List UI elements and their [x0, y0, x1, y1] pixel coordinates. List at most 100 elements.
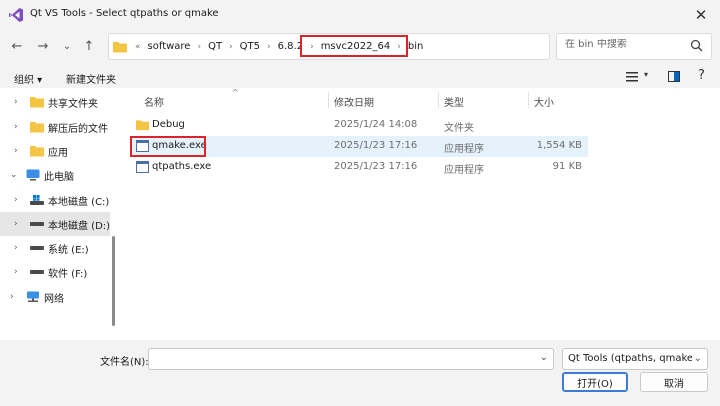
chevron-right-icon: ›: [310, 41, 314, 52]
file-name: Debug: [152, 119, 185, 130]
chevron-right-icon[interactable]: ›: [10, 292, 14, 302]
chevron-right-icon[interactable]: ›: [14, 195, 18, 205]
sidebar-item-shared-folder[interactable]: › 共享文件夹: [0, 90, 110, 114]
title-bar: Qt VS Tools - Select qtpaths or qmake ✕: [0, 0, 720, 30]
file-type: 文件夹: [444, 123, 474, 134]
column-divider[interactable]: [438, 92, 439, 108]
file-type-filter[interactable]: Qt Tools (qtpaths, qmake) (qtpaths.exe;q…: [562, 348, 708, 370]
column-divider[interactable]: [528, 92, 529, 108]
view-dropdown-icon[interactable]: ▾: [644, 70, 648, 79]
file-row-debug[interactable]: Debug 2025/1/24 14:08 文件夹: [132, 115, 588, 136]
forward-button[interactable]: →: [34, 37, 52, 55]
sidebar-item-label: 本地磁盘 (D:): [48, 220, 111, 232]
view-options-icon[interactable]: [626, 72, 638, 82]
file-type-filter-value: Qt Tools (qtpaths, qmake) (qtpaths.exe;q…: [568, 353, 692, 364]
column-header-date[interactable]: 修改日期: [334, 94, 374, 109]
back-arrow-icon: ←: [11, 38, 23, 54]
sidebar-item-label: 应用: [48, 147, 68, 159]
sidebar-item-label: 本地磁盘 (C:): [48, 196, 110, 208]
folder-icon: [136, 120, 149, 131]
chevron-down-icon[interactable]: ⌄: [10, 170, 18, 180]
chevron-right-icon[interactable]: ›: [14, 243, 18, 253]
file-date: 2025/1/23 17:16: [334, 140, 418, 151]
navigation-pane: › 共享文件夹 › 解压后的文件 › 应用 ⌄ 此电脑 › 本地磁盘 (C:) …: [0, 88, 118, 340]
sidebar-scrollbar[interactable]: [112, 236, 115, 326]
column-header-size[interactable]: 大小: [534, 94, 554, 109]
up-button[interactable]: ↑: [80, 37, 98, 55]
chevron-right-icon[interactable]: ›: [14, 97, 18, 107]
file-type: 应用程序: [444, 165, 484, 176]
chevron-right-icon[interactable]: ›: [14, 122, 18, 132]
dialog-footer: 文件名(N): ⌄ Qt Tools (qtpaths, qmake) (qtp…: [0, 340, 720, 406]
sidebar-item-drive-c[interactable]: › 本地磁盘 (C:): [0, 188, 110, 212]
sidebar-item-network[interactable]: › 网络: [0, 285, 110, 309]
breadcrumb: « software › QT › QT5 › 6.8.2 › msvc2022…: [113, 34, 426, 59]
sidebar-item-label: 网络: [44, 293, 64, 305]
close-icon: ✕: [694, 6, 708, 24]
file-date: 2025/1/24 14:08: [334, 119, 418, 130]
file-date: 2025/1/23 17:16: [334, 161, 418, 172]
column-header-type[interactable]: 类型: [444, 94, 464, 109]
drive-icon: [30, 246, 44, 250]
sort-ascending-icon: ^: [232, 88, 239, 97]
sidebar-item-label: 系统 (E:): [48, 244, 89, 256]
network-icon: [27, 291, 39, 302]
sidebar-item-apps[interactable]: › 应用: [0, 139, 110, 163]
sidebar-item-drive-f[interactable]: › 软件 (F:): [0, 260, 110, 284]
windows-drive-icon: [30, 195, 44, 205]
chevron-right-icon[interactable]: ›: [14, 267, 18, 277]
open-button[interactable]: 打开(O): [562, 372, 628, 392]
folder-icon: [113, 41, 127, 52]
breadcrumb-overflow-icon[interactable]: «: [131, 42, 145, 52]
sidebar-item-this-pc[interactable]: ⌄ 此电脑: [0, 163, 110, 187]
drive-icon: [30, 270, 44, 274]
cancel-button[interactable]: 取消: [640, 372, 708, 392]
computer-icon: [26, 169, 40, 181]
chevron-down-icon: ⌄: [693, 353, 702, 364]
chevron-right-icon: ›: [229, 41, 233, 52]
new-folder-button[interactable]: 新建文件夹: [66, 71, 116, 86]
chevron-right-icon[interactable]: ›: [14, 146, 18, 156]
chevron-right-icon: ›: [197, 41, 202, 52]
sidebar-item-label: 共享文件夹: [48, 98, 98, 110]
breadcrumb-version[interactable]: 6.8.2: [275, 41, 306, 52]
address-bar[interactable]: « software › QT › QT5 › 6.8.2 › msvc2022…: [108, 33, 642, 60]
folder-icon: [30, 146, 44, 157]
chevron-right-icon[interactable]: ›: [14, 219, 18, 229]
search-icon[interactable]: [690, 39, 703, 52]
close-button[interactable]: ✕: [682, 0, 720, 30]
filename-combobox: ⌄: [148, 348, 554, 370]
back-button[interactable]: ←: [8, 37, 26, 55]
sidebar-item-extracted-files[interactable]: › 解压后的文件: [0, 115, 110, 139]
breadcrumb-qt5[interactable]: QT5: [237, 41, 263, 52]
column-divider[interactable]: [328, 92, 329, 108]
breadcrumb-bin[interactable]: bin: [405, 41, 426, 52]
chevron-down-icon[interactable]: ⌄: [540, 352, 548, 363]
search-input[interactable]: [565, 39, 685, 50]
recent-locations-button[interactable]: ⌄: [58, 37, 76, 55]
toolbar: 组织 ▾ 新建文件夹 ▾ ?: [0, 66, 720, 88]
preview-pane-icon[interactable]: [668, 71, 680, 82]
main-area: › 共享文件夹 › 解压后的文件 › 应用 ⌄ 此电脑 › 本地磁盘 (C:) …: [0, 88, 720, 340]
breadcrumb-msvc[interactable]: msvc2022_64: [318, 41, 394, 52]
folder-icon: [30, 97, 44, 108]
breadcrumb-qt[interactable]: QT: [205, 41, 225, 52]
organize-button[interactable]: 组织 ▾: [14, 71, 42, 86]
help-icon[interactable]: ?: [698, 68, 705, 83]
file-size: 91 KB: [552, 161, 582, 172]
file-type: 应用程序: [444, 144, 484, 155]
column-header-name[interactable]: 名称: [144, 94, 164, 109]
sidebar-item-label: 软件 (F:): [48, 268, 88, 280]
breadcrumb-software[interactable]: software: [145, 41, 194, 52]
sidebar-item-drive-e[interactable]: › 系统 (E:): [0, 236, 110, 260]
sidebar-item-drive-d[interactable]: › 本地磁盘 (D:): [0, 212, 110, 236]
address-row: ← → ⌄ ↑ « software › QT › QT5 › 6.8.2 › …: [0, 30, 720, 62]
annotation-highlight-box: [130, 136, 206, 157]
filename-input[interactable]: [153, 350, 533, 368]
forward-arrow-icon: →: [37, 38, 49, 54]
filename-label: 文件名(N):: [100, 357, 149, 368]
file-row-qtpaths[interactable]: qtpaths.exe 2025/1/23 17:16 应用程序 91 KB: [132, 157, 588, 178]
file-size: 1,554 KB: [536, 140, 582, 151]
chevron-right-icon: ›: [267, 41, 271, 52]
drive-icon: [30, 222, 44, 226]
